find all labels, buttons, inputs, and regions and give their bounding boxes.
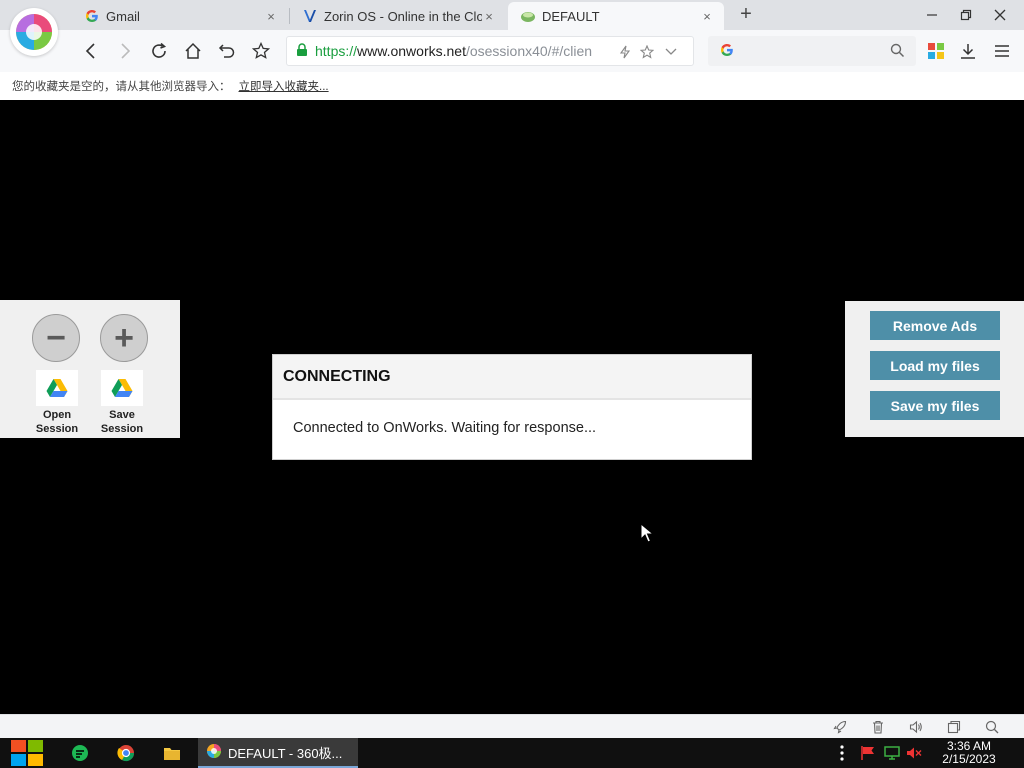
open-session-label-2: Session [35,423,79,435]
load-files-button[interactable]: Load my files [870,351,1000,380]
zoom-out-button[interactable]: − [32,314,80,362]
google-drive-icon [36,370,78,406]
chat-app-icon[interactable] [70,743,90,763]
zoom-in-button[interactable]: + [100,314,148,362]
start-button-icon[interactable] [10,739,44,767]
forward-icon[interactable] [112,38,138,64]
favorite-star-icon[interactable] [639,44,655,60]
menu-icon[interactable] [992,41,1012,61]
taskbar-item-browser[interactable]: DEFAULT - 360极... [198,738,358,768]
minimize-icon[interactable] [915,0,949,30]
nav-bar: https://www.onworks.net/osessionx40/#/cl… [0,30,1024,72]
download-icon[interactable] [958,41,978,61]
lightning-icon[interactable] [617,44,633,60]
save-session-button[interactable]: Save Session [99,370,145,436]
taskbar: DEFAULT - 360极... 3:36 AM 2/15/2023 [0,738,1024,768]
bookmark-bar: 您的收藏夹是空的，请从其他浏览器导入： 立即导入收藏夹... [0,72,1024,100]
url-text: https://www.onworks.net/osessionx40/#/cl… [315,43,611,59]
browser-logo-icon [206,743,222,762]
restore-icon[interactable] [949,0,983,30]
trash-icon[interactable] [870,719,886,735]
rocket-icon[interactable] [832,719,848,735]
reload-icon[interactable] [146,38,172,64]
taskbar-item-label: DEFAULT - 360极... [228,745,343,761]
apps-grid-icon[interactable] [926,41,946,61]
mouse-cursor-icon [640,522,655,548]
chevron-down-icon[interactable] [663,44,679,60]
search-box[interactable] [708,36,916,66]
remote-desktop-canvas[interactable]: − + Open Session Save Session Remove Ads… [0,100,1024,714]
leaf-icon [520,8,536,24]
tab-close-icon[interactable]: × [482,9,496,24]
url-scheme: https:// [315,43,358,59]
browser-logo-icon[interactable] [10,8,58,56]
file-explorer-icon[interactable] [162,743,182,763]
browser-status-bar [0,714,1024,738]
bookmark-empty-message: 您的收藏夹是空的，请从其他浏览器导入： [12,81,231,93]
close-window-icon[interactable] [983,0,1017,30]
secure-lock-icon [295,42,309,60]
files-panel: Remove Ads Load my files Save my files [845,301,1024,437]
bookmark-star-icon[interactable] [248,38,274,64]
save-session-label-1: Save [109,409,135,421]
tab-label: Gmail [106,8,140,24]
tab-default[interactable]: DEFAULT × [508,2,724,30]
dialog-title: CONNECTING [273,355,751,400]
window-icon[interactable] [946,719,962,735]
tab-label: Zorin OS - Online in the Cloud [324,8,482,24]
dialog-message: Connected to OnWorks. Waiting for respon… [293,420,597,436]
tab-zorin[interactable]: Zorin OS - Online in the Cloud × [290,2,506,30]
save-session-label-2: Session [100,423,144,435]
tab-close-icon[interactable]: × [700,9,714,24]
more-options-icon[interactable] [834,745,850,761]
speaker-icon[interactable] [908,719,924,735]
network-icon[interactable] [884,745,900,761]
screen: Gmail × Zorin OS - Online in the Cloud ×… [0,0,1024,768]
open-session-button[interactable]: Open Session [34,370,80,436]
connecting-dialog: CONNECTING Connected to OnWorks. Waiting… [272,354,752,460]
import-bookmarks-link[interactable]: 立即导入收藏夹... [239,81,329,93]
remove-ads-button[interactable]: Remove Ads [870,311,1000,340]
undo-close-icon[interactable] [214,38,240,64]
google-g-icon [84,8,100,24]
google-g-icon [720,43,734,62]
url-path: /osessionx40/#/clien [465,43,593,59]
save-files-button[interactable]: Save my files [870,391,1000,420]
flag-icon[interactable] [860,745,876,761]
open-session-label-1: Open [42,409,72,421]
tab-gmail[interactable]: Gmail × [72,2,288,30]
home-icon[interactable] [180,38,206,64]
address-bar[interactable]: https://www.onworks.net/osessionx40/#/cl… [286,36,694,66]
new-tab-icon[interactable]: + [736,4,756,26]
system-clock[interactable]: 3:36 AM 2/15/2023 [934,740,1004,766]
volume-muted-icon[interactable] [906,745,922,761]
google-drive-icon [101,370,143,406]
chrome-icon[interactable] [116,743,136,763]
tab-bar: Gmail × Zorin OS - Online in the Cloud ×… [0,0,1024,30]
url-host: www.onworks.net [357,43,466,59]
search-icon[interactable] [890,43,905,63]
tab-label: DEFAULT [542,8,600,24]
tab-close-icon[interactable]: × [264,9,278,24]
zoom-search-icon[interactable] [984,719,1000,735]
onworks-icon [302,8,318,24]
session-panel: − + Open Session Save Session [0,300,180,438]
back-icon[interactable] [78,38,104,64]
clock-date: 2/15/2023 [942,752,996,766]
